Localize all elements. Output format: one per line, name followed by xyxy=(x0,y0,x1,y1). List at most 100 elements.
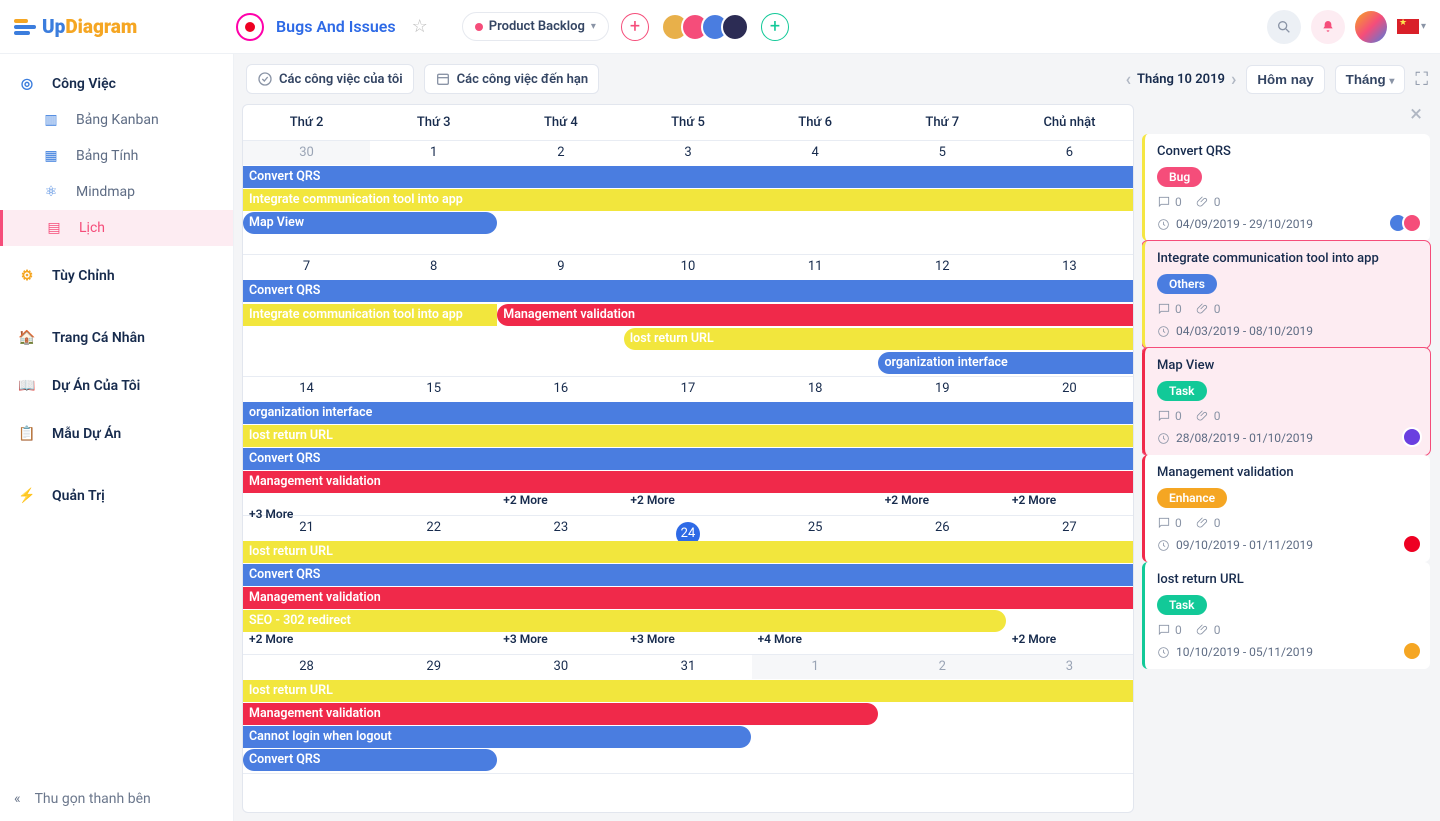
calendar-header-row: Thứ 2Thứ 3Thứ 4 Thứ 5Thứ 6Thứ 7Chủ nhật xyxy=(243,105,1133,141)
more-button[interactable]: +3 More xyxy=(624,632,751,652)
event-bar[interactable]: Management validation xyxy=(497,304,1133,326)
clock-icon xyxy=(1157,325,1170,338)
kanban-icon: ▥ xyxy=(42,112,60,128)
clock-icon xyxy=(1157,432,1170,445)
sidebar-home[interactable]: 🏠Trang Cá Nhân xyxy=(0,320,233,356)
sidebar-work[interactable]: ◎Công Việc xyxy=(0,66,233,102)
top-bar: UpDiagram Bugs And Issues ☆ Product Back… xyxy=(0,0,1440,54)
sidebar-myprojects[interactable]: 📖Dự Án Của Tôi xyxy=(0,368,233,404)
card-assignees xyxy=(1408,641,1422,661)
task-card[interactable]: Integrate communication tool into app Oth… xyxy=(1142,241,1430,348)
clock-icon xyxy=(1157,646,1170,659)
book-icon: 📖 xyxy=(18,378,36,394)
view-dropdown[interactable]: Tháng ▾ xyxy=(1335,65,1406,94)
more-button[interactable]: +2 More xyxy=(624,493,751,507)
sidebar-templates[interactable]: 📋Mẫu Dự Án xyxy=(0,416,233,452)
task-card[interactable]: Map ViewTask0028/08/2019 - 01/10/2019 xyxy=(1142,348,1430,455)
language-selector[interactable]: ▾ xyxy=(1397,19,1426,34)
side-panel: × Convert QRSBug0004/09/2019 - 29/10/201… xyxy=(1142,104,1432,813)
notifications-button[interactable] xyxy=(1311,10,1345,44)
event-bar[interactable]: Management validation xyxy=(243,587,1133,609)
toolbar: Các công việc của tôi Các công việc đến … xyxy=(234,54,1440,104)
sidebar-admin[interactable]: ⚡Quản Trị xyxy=(0,478,233,514)
card-title: Convert QRS xyxy=(1157,144,1418,159)
sidebar-mindmap[interactable]: ⚛Mindmap xyxy=(0,174,233,210)
month-navigator: ‹ Tháng 10 2019 › xyxy=(1125,69,1236,90)
card-title: Integrate communication tool into app xyxy=(1157,251,1418,266)
more-button[interactable]: +3 More xyxy=(497,632,624,652)
project-title[interactable]: Bugs And Issues xyxy=(276,17,396,36)
calendar-icon: ▤ xyxy=(45,220,63,236)
attachment-icon xyxy=(1196,623,1210,637)
duetasks-filter[interactable]: Các công việc đến hạn xyxy=(424,64,600,94)
comment-icon xyxy=(1157,195,1171,209)
sidebar-customize[interactable]: ⚙Tùy Chỉnh xyxy=(0,258,233,294)
tasks-icon xyxy=(257,71,273,87)
star-icon[interactable]: ☆ xyxy=(412,16,428,37)
due-icon xyxy=(435,71,451,87)
event-bar[interactable]: lost return URL xyxy=(243,425,1133,447)
more-button[interactable]: +2 More xyxy=(1006,632,1133,652)
backlog-label: Product Backlog xyxy=(489,19,585,34)
event-bar[interactable]: SEO - 302 redirect xyxy=(243,610,1006,632)
more-button[interactable]: +2 More xyxy=(243,632,370,652)
event-bar[interactable]: Convert QRS xyxy=(243,280,1133,302)
card-dates: 04/03/2019 - 08/10/2019 xyxy=(1157,324,1418,338)
event-bar[interactable]: Integrate communication tool into app xyxy=(243,304,497,326)
event-bar[interactable]: Convert QRS xyxy=(243,564,1133,586)
event-bar[interactable]: organization interface xyxy=(878,352,1133,374)
more-button[interactable]: +2 More xyxy=(497,493,624,507)
event-bar[interactable]: lost return URL xyxy=(624,328,1133,350)
project-icon[interactable] xyxy=(236,13,264,41)
mytasks-filter[interactable]: Các công việc của tôi xyxy=(246,64,414,94)
event-bar[interactable]: Cannot login when logout xyxy=(243,726,751,748)
sidebar-collapse[interactable]: «Thu gọn thanh bên xyxy=(0,777,233,821)
prev-month-button[interactable]: ‹ xyxy=(1125,69,1131,90)
more-button[interactable]: +2 More xyxy=(879,493,1006,507)
search-button[interactable] xyxy=(1267,10,1301,44)
more-button[interactable]: +4 More xyxy=(752,632,879,652)
sidebar-calendar[interactable]: ▤Lịch xyxy=(0,210,233,246)
add-pink-button[interactable]: + xyxy=(621,13,649,41)
close-panel-button[interactable]: × xyxy=(1408,104,1424,126)
comment-icon xyxy=(1157,623,1171,637)
card-dates: 04/09/2019 - 29/10/2019 xyxy=(1157,217,1418,231)
sidebar: ◎Công Việc ▥Bảng Kanban ▦Bảng Tính ⚛Mind… xyxy=(0,54,234,821)
event-bar[interactable]: Management validation xyxy=(243,471,1133,493)
backlog-dropdown[interactable]: Product Backlog ▾ xyxy=(462,12,609,41)
event-bar[interactable]: Map View xyxy=(243,212,497,234)
task-card[interactable]: Management validationEnhance0009/10/2019… xyxy=(1142,455,1430,562)
calendar-week-5: 28293031 123 lost return URL Management … xyxy=(243,655,1133,774)
main-area: Các công việc của tôi Các công việc đến … xyxy=(234,54,1440,821)
sidebar-kanban[interactable]: ▥Bảng Kanban xyxy=(0,102,233,138)
event-bar[interactable]: Convert QRS xyxy=(243,166,1133,188)
card-meta: 00 xyxy=(1157,623,1418,637)
event-bar[interactable]: Integrate communication tool into app xyxy=(243,189,1133,211)
calendar-week-3: 14151617181920 organization interface lo… xyxy=(243,377,1133,516)
member-avatars[interactable] xyxy=(669,13,749,41)
event-bar[interactable]: lost return URL xyxy=(243,541,1133,563)
task-card[interactable]: Convert QRSBug0004/09/2019 - 29/10/2019 xyxy=(1142,134,1430,241)
today-button[interactable]: Hôm nay xyxy=(1246,65,1324,94)
sidebar-sheet[interactable]: ▦Bảng Tính xyxy=(0,138,233,174)
event-bar[interactable]: Convert QRS xyxy=(243,448,1133,470)
app-logo[interactable]: UpDiagram xyxy=(14,15,224,38)
card-assignees xyxy=(1408,427,1422,447)
card-title: Management validation xyxy=(1157,465,1418,480)
more-button[interactable]: +2 More xyxy=(1006,493,1133,507)
next-month-button[interactable]: › xyxy=(1231,69,1236,90)
task-card[interactable]: lost return URLTask0010/10/2019 - 05/11/… xyxy=(1142,562,1430,669)
event-bar[interactable]: Management validation xyxy=(243,703,878,725)
collapse-icon: « xyxy=(14,791,21,807)
add-member-button[interactable]: + xyxy=(761,13,789,41)
event-bar[interactable]: Convert QRS xyxy=(243,749,497,771)
card-assignees xyxy=(1408,534,1422,554)
card-tag: Others xyxy=(1157,274,1217,294)
calendar-week-4: 212223 24 252627 lost return URL Convert… xyxy=(243,516,1133,655)
event-bar[interactable]: lost return URL xyxy=(243,680,1133,702)
user-avatar[interactable] xyxy=(1355,11,1387,43)
card-meta: 00 xyxy=(1157,409,1418,423)
event-bar[interactable]: organization interface xyxy=(243,402,1133,424)
card-title: Map View xyxy=(1157,358,1418,373)
expand-icon[interactable]: ⛶ xyxy=(1415,69,1428,90)
